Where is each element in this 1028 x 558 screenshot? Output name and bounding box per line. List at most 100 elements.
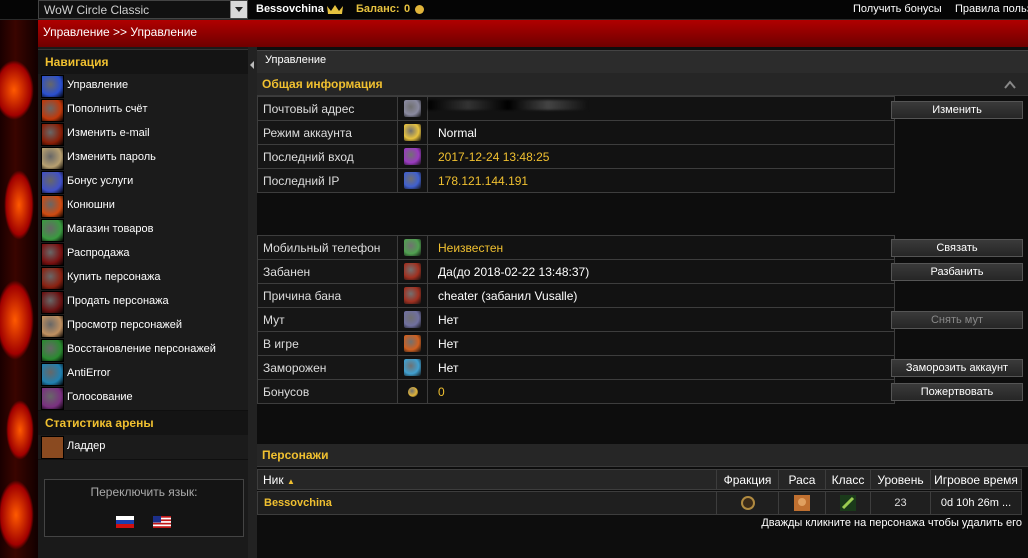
sidebar-item-label: Пополнить счёт xyxy=(67,103,148,115)
field-value: Normal xyxy=(427,120,895,145)
get-bonus-link[interactable]: Получить бонусы xyxy=(853,3,942,15)
balance-value: 0 xyxy=(404,3,411,15)
character-icon xyxy=(41,315,64,338)
column-nick-label: Ник xyxy=(263,473,284,487)
donate-button[interactable]: Пожертвовать xyxy=(891,383,1023,401)
sidebar-item-9[interactable]: Купить персонажа xyxy=(38,266,248,291)
sidebar-item-4[interactable]: Изменить пароль xyxy=(38,146,248,171)
sidebar-item-label: Бонус услуги xyxy=(67,175,134,187)
sidebar-item-5[interactable]: Бонус услуги xyxy=(38,170,248,195)
table-row[interactable]: Bessovchina xyxy=(257,491,717,515)
field-label: Почтовый адрес xyxy=(257,96,398,121)
change-email-button[interactable]: Изменить xyxy=(891,101,1023,119)
lightning-icon xyxy=(41,171,64,194)
ban-hand-icon xyxy=(404,263,421,280)
sidebar-item-10[interactable]: Продать персонажа xyxy=(38,290,248,315)
column-class[interactable]: Класс xyxy=(825,469,871,490)
field-value: cheater (забанил Vusalle) xyxy=(427,283,895,308)
sidebar-item-12[interactable]: Восстановление персонажей xyxy=(38,338,248,363)
column-race[interactable]: Раса xyxy=(778,469,826,490)
collapse-arrow-icon[interactable] xyxy=(250,61,254,69)
character-level: 23 xyxy=(870,491,931,515)
table-row: Режим аккаунта Normal xyxy=(257,120,895,145)
account-status-table: Мобильный телефон Неизвестен Забанен Да(до … xyxy=(257,235,895,404)
balance-label: Баланс: xyxy=(356,3,400,15)
chevron-down-icon[interactable] xyxy=(230,1,247,18)
link-phone-button[interactable]: Связать xyxy=(891,239,1023,257)
field-icon-cell xyxy=(397,379,428,404)
collapse-icon[interactable] xyxy=(1004,80,1016,90)
sidebar-item-11[interactable]: Просмотр персонажей xyxy=(38,314,248,339)
field-icon-cell xyxy=(397,235,428,260)
main-title-bar xyxy=(257,50,1028,73)
username[interactable]: Bessovchina xyxy=(256,3,324,15)
field-icon-cell xyxy=(397,96,428,121)
sidebar-item-label: Голосование xyxy=(67,391,133,403)
table-row: Причина бана cheater (забанил Vusalle) xyxy=(257,283,895,308)
table-row: Мут Нет xyxy=(257,307,895,332)
nature-icon xyxy=(41,339,64,362)
coin-icon xyxy=(407,387,418,398)
frost-icon xyxy=(404,359,421,376)
field-icon-cell xyxy=(397,259,428,284)
skull-icon xyxy=(41,291,64,314)
column-nick[interactable]: Ник ▲ xyxy=(257,469,717,490)
sidebar-item-3[interactable]: Изменить e-mail xyxy=(38,122,248,147)
table-row: Последний вход 2017-12-24 13:48:25 xyxy=(257,144,895,169)
sidebar-item-13[interactable]: AntiError xyxy=(38,362,248,387)
blue-rune-icon xyxy=(41,75,64,98)
sidebar-item-label: Изменить пароль xyxy=(67,151,156,163)
green-orb-icon xyxy=(41,219,64,242)
server-select[interactable]: WoW Circle Classic xyxy=(38,0,248,19)
phone-icon xyxy=(404,239,421,256)
sidebar-item-6[interactable]: Конюшни xyxy=(38,194,248,219)
field-icon-cell xyxy=(397,120,428,145)
field-label: Последний IP xyxy=(257,168,398,193)
ingame-icon xyxy=(404,335,421,352)
sidebar-collapse-gutter[interactable] xyxy=(248,47,257,558)
sidebar-item-7[interactable]: Магазин товаров xyxy=(38,218,248,243)
sidebar-item-label: Восстановление персонажей xyxy=(67,343,216,355)
sidebar-item-ladder[interactable]: Ладдер xyxy=(38,435,248,460)
sidebar-item-14[interactable]: Голосование xyxy=(38,386,248,411)
field-label: Последний вход xyxy=(257,144,398,169)
fist-icon xyxy=(41,436,64,459)
nav-heading: Навигация xyxy=(38,49,248,75)
star-icon xyxy=(404,124,421,141)
arena-heading-label: Статистика арены xyxy=(45,416,154,430)
sidebar-item-label: Распродажа xyxy=(67,247,130,259)
field-icon-cell xyxy=(397,331,428,356)
cross-icon xyxy=(41,387,64,410)
column-playtime[interactable]: Игровое время xyxy=(930,469,1022,490)
unmute-button[interactable]: Снять мут xyxy=(891,311,1023,329)
delete-hint: Дважды кликните на персонажа чтобы удали… xyxy=(761,517,1022,529)
column-faction[interactable]: Фракция xyxy=(716,469,779,490)
us-flag-icon[interactable] xyxy=(153,516,171,528)
nav-heading-label: Навигация xyxy=(45,55,109,69)
unban-button[interactable]: Разбанить xyxy=(891,263,1023,281)
character-name-link[interactable]: Bessovchina xyxy=(264,497,332,509)
crown-icon xyxy=(327,5,343,14)
field-value: Да(до 2018-02-22 13:48:37) xyxy=(427,259,895,284)
class-icon xyxy=(825,491,871,515)
column-level[interactable]: Уровень xyxy=(870,469,931,490)
russian-flag-icon[interactable] xyxy=(116,516,134,528)
freeze-account-button[interactable]: Заморозить аккаунт xyxy=(891,359,1023,377)
fire-icon xyxy=(41,99,64,122)
race-icon xyxy=(778,491,826,515)
field-value: 0 xyxy=(427,379,895,404)
sidebar-item-8[interactable]: Распродажа xyxy=(38,242,248,267)
sidebar-item-label: Конюшни xyxy=(67,199,115,211)
field-icon-cell xyxy=(397,307,428,332)
network-icon xyxy=(404,172,421,189)
rules-link[interactable]: Правила польз xyxy=(955,3,1028,15)
horde-faction-icon xyxy=(716,491,779,515)
field-value: Нет xyxy=(427,331,895,356)
field-label: В игре xyxy=(257,331,398,356)
table-row: В игре Нет xyxy=(257,331,895,356)
sidebar-item-2[interactable]: Пополнить счёт xyxy=(38,98,248,123)
sidebar-item-1[interactable]: Управление xyxy=(38,74,248,99)
sidebar-item-label: Продать персонажа xyxy=(67,295,169,307)
table-row: Мобильный телефон Неизвестен xyxy=(257,235,895,260)
face-icon xyxy=(41,147,64,170)
